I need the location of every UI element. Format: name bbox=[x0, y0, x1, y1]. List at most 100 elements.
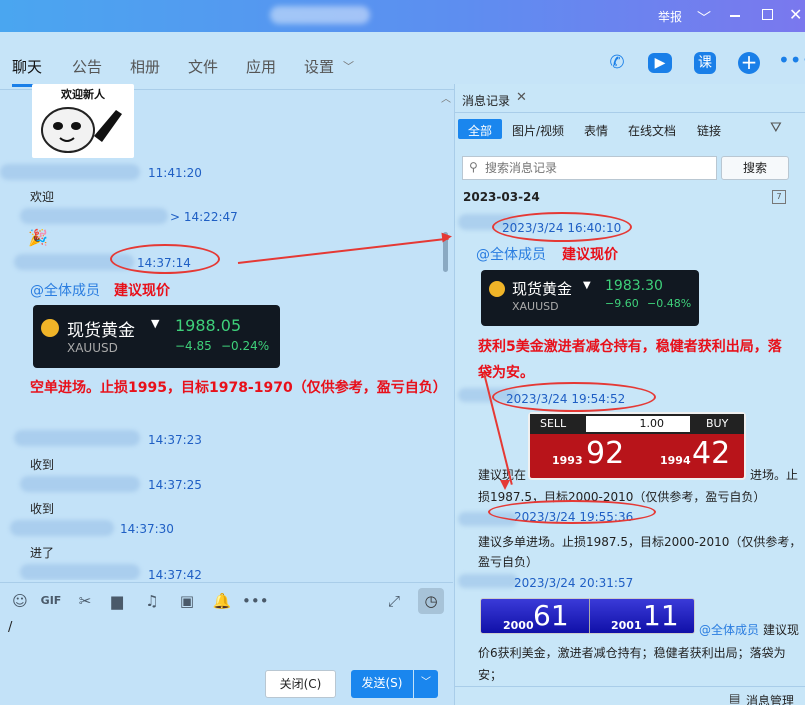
price: 1988.05 bbox=[175, 316, 242, 335]
welcome-sticker: 欢迎新人 bbox=[32, 84, 134, 158]
search-input[interactable] bbox=[485, 159, 710, 177]
chevron-down-icon[interactable]: ﹀ bbox=[414, 670, 438, 698]
chevron-down-icon[interactable]: ﹀ bbox=[343, 58, 354, 74]
more-icon[interactable]: ••• bbox=[778, 50, 805, 76]
trade-ticket[interactable]: SELL 1.00 BUY 1993 92 1994 42 bbox=[528, 412, 746, 480]
send-button[interactable]: 发送(S) bbox=[351, 670, 413, 698]
filter-media[interactable]: 图片/视频 bbox=[512, 122, 564, 139]
close-button[interactable]: 关闭(C) bbox=[265, 670, 336, 698]
message-text: 进场。止 bbox=[750, 468, 799, 482]
message-time: 14:37:30 bbox=[120, 522, 174, 536]
sender-name-redacted bbox=[10, 520, 114, 536]
scissors-icon[interactable]: ✂ bbox=[75, 592, 95, 610]
sender-name-redacted bbox=[14, 430, 140, 446]
message-manage-icon[interactable]: ▤ bbox=[729, 691, 740, 705]
report-button[interactable]: 举报 bbox=[658, 8, 682, 25]
calendar-icon[interactable]: 7 bbox=[772, 190, 786, 204]
filter-all[interactable]: 全部 bbox=[468, 122, 492, 139]
gold-coin-icon bbox=[41, 319, 59, 337]
image-icon[interactable]: ▣ bbox=[177, 592, 197, 610]
advice-text: 建议现价 bbox=[114, 283, 170, 299]
expand-icon[interactable]: ⤢ bbox=[384, 592, 404, 610]
instrument-code: XAUUSD bbox=[67, 341, 118, 355]
chat-messages[interactable]: 欢迎新人 11:41:20 欢迎 > 14:22:47 🎉 14:37:14 @… bbox=[0, 84, 453, 580]
search-button[interactable]: 搜索 bbox=[721, 156, 789, 180]
lot-size[interactable]: 1.00 bbox=[586, 416, 690, 432]
filter-docs[interactable]: 在线文档 bbox=[628, 122, 676, 139]
chevron-down-icon[interactable]: ﹀ bbox=[697, 8, 711, 28]
highlight-circle bbox=[110, 244, 220, 274]
title-bar bbox=[0, 0, 805, 32]
top-nav bbox=[0, 32, 805, 90]
phone-call-icon[interactable]: ✆ bbox=[604, 50, 630, 76]
filter-stickers[interactable]: 表情 bbox=[584, 122, 608, 139]
more-icon[interactable]: ••• bbox=[242, 592, 269, 610]
message-text: 建议现 bbox=[763, 623, 800, 637]
tab-album[interactable]: 相册 bbox=[130, 56, 160, 77]
message-time: 11:41:20 bbox=[148, 166, 202, 180]
history-date: 2023-03-24 bbox=[463, 190, 540, 204]
history-icon[interactable]: ◷ bbox=[418, 588, 444, 614]
tab-apps[interactable]: 应用 bbox=[246, 56, 276, 77]
close-icon[interactable]: ✕ bbox=[789, 5, 802, 24]
class-icon[interactable]: 课 bbox=[694, 52, 716, 74]
add-icon[interactable]: + bbox=[738, 52, 760, 74]
emoji-icon[interactable]: ☺ bbox=[10, 592, 30, 610]
mention-all[interactable]: @全体成员 bbox=[699, 621, 759, 638]
message-time: > 14:22:47 bbox=[170, 210, 238, 224]
search-box[interactable]: ⚲ bbox=[462, 156, 717, 180]
panda-meme-icon bbox=[41, 107, 122, 153]
message-text: 建议多单进场。止损1987.5，目标2000-2010（仅供参考，盈亏自负） bbox=[478, 535, 802, 569]
price: 1983.30 bbox=[605, 278, 663, 294]
window-title-redacted bbox=[270, 6, 370, 24]
highlight-circle bbox=[492, 212, 632, 242]
caret-down-icon: ▼ bbox=[151, 317, 160, 330]
gold-coin-icon bbox=[489, 281, 505, 297]
message-text: 欢迎 bbox=[30, 190, 55, 204]
advice-text: 建议现价 bbox=[562, 247, 618, 263]
collapse-up-icon[interactable]: ︿ bbox=[441, 90, 451, 105]
minimize-icon[interactable] bbox=[730, 15, 740, 17]
tab-files[interactable]: 文件 bbox=[188, 56, 218, 77]
filter-links[interactable]: 链接 bbox=[697, 122, 721, 139]
tab-announcement[interactable]: 公告 bbox=[72, 56, 102, 77]
folder-icon[interactable]: ▆ bbox=[107, 592, 127, 610]
buy-price-prefix: 1994 bbox=[660, 454, 691, 467]
change-percent: −0.48% bbox=[647, 297, 692, 310]
message-time: 2023/3/24 20:31:57 bbox=[514, 576, 634, 590]
sender-name-redacted bbox=[20, 476, 140, 492]
gif-icon[interactable]: GIF bbox=[40, 592, 62, 610]
sell-price-big: 92 bbox=[586, 436, 625, 471]
input-text[interactable]: / bbox=[8, 620, 12, 635]
mention-all[interactable]: @全体成员 bbox=[30, 280, 100, 300]
gold-quote-card[interactable]: 现货黄金 ▼ XAUUSD 1983.30 −9.60 −0.48% bbox=[481, 270, 699, 326]
buy-label[interactable]: BUY bbox=[706, 417, 728, 430]
sticker-caption: 欢迎新人 bbox=[61, 88, 105, 101]
sender-name-redacted bbox=[0, 164, 140, 180]
message-time: 14:37:42 bbox=[148, 568, 202, 580]
tab-settings[interactable]: 设置 bbox=[304, 56, 334, 77]
music-icon[interactable]: ♫ bbox=[142, 592, 162, 610]
mention-all[interactable]: @全体成员 bbox=[476, 244, 546, 264]
filter-icon[interactable]: ⛛ bbox=[770, 120, 782, 136]
sell-label[interactable]: SELL bbox=[540, 417, 566, 430]
quote-board[interactable]: 2000 61 2001 11 bbox=[480, 598, 695, 634]
highlight-circle bbox=[492, 382, 656, 412]
message-manage-button[interactable]: 消息管理 bbox=[746, 692, 794, 705]
maximize-icon[interactable] bbox=[762, 9, 773, 20]
divider bbox=[454, 112, 805, 113]
video-call-icon[interactable]: ▶ bbox=[648, 53, 672, 73]
arrow-head bbox=[441, 231, 453, 243]
message-time: 14:37:23 bbox=[148, 433, 202, 447]
tab-chat[interactable]: 聊天 bbox=[12, 56, 42, 77]
party-popper-icon: 🎉 bbox=[28, 228, 48, 247]
change: −4.85 bbox=[175, 339, 212, 353]
message-text: 收到 bbox=[30, 458, 55, 472]
profit-text: 获利5美金激进者减仓持有，稳健者获利出局，落袋为安。 bbox=[478, 339, 782, 381]
gold-quote-card[interactable]: 现货黄金 ▼ XAUUSD 1988.05 −4.85 −0.24% bbox=[33, 305, 280, 368]
bell-icon[interactable]: 🔔 bbox=[212, 592, 232, 610]
close-icon[interactable]: ✕ bbox=[516, 90, 527, 105]
highlight-circle bbox=[488, 500, 656, 524]
buy-price-big: 42 bbox=[692, 436, 731, 471]
message-text: 收到 bbox=[30, 502, 55, 516]
